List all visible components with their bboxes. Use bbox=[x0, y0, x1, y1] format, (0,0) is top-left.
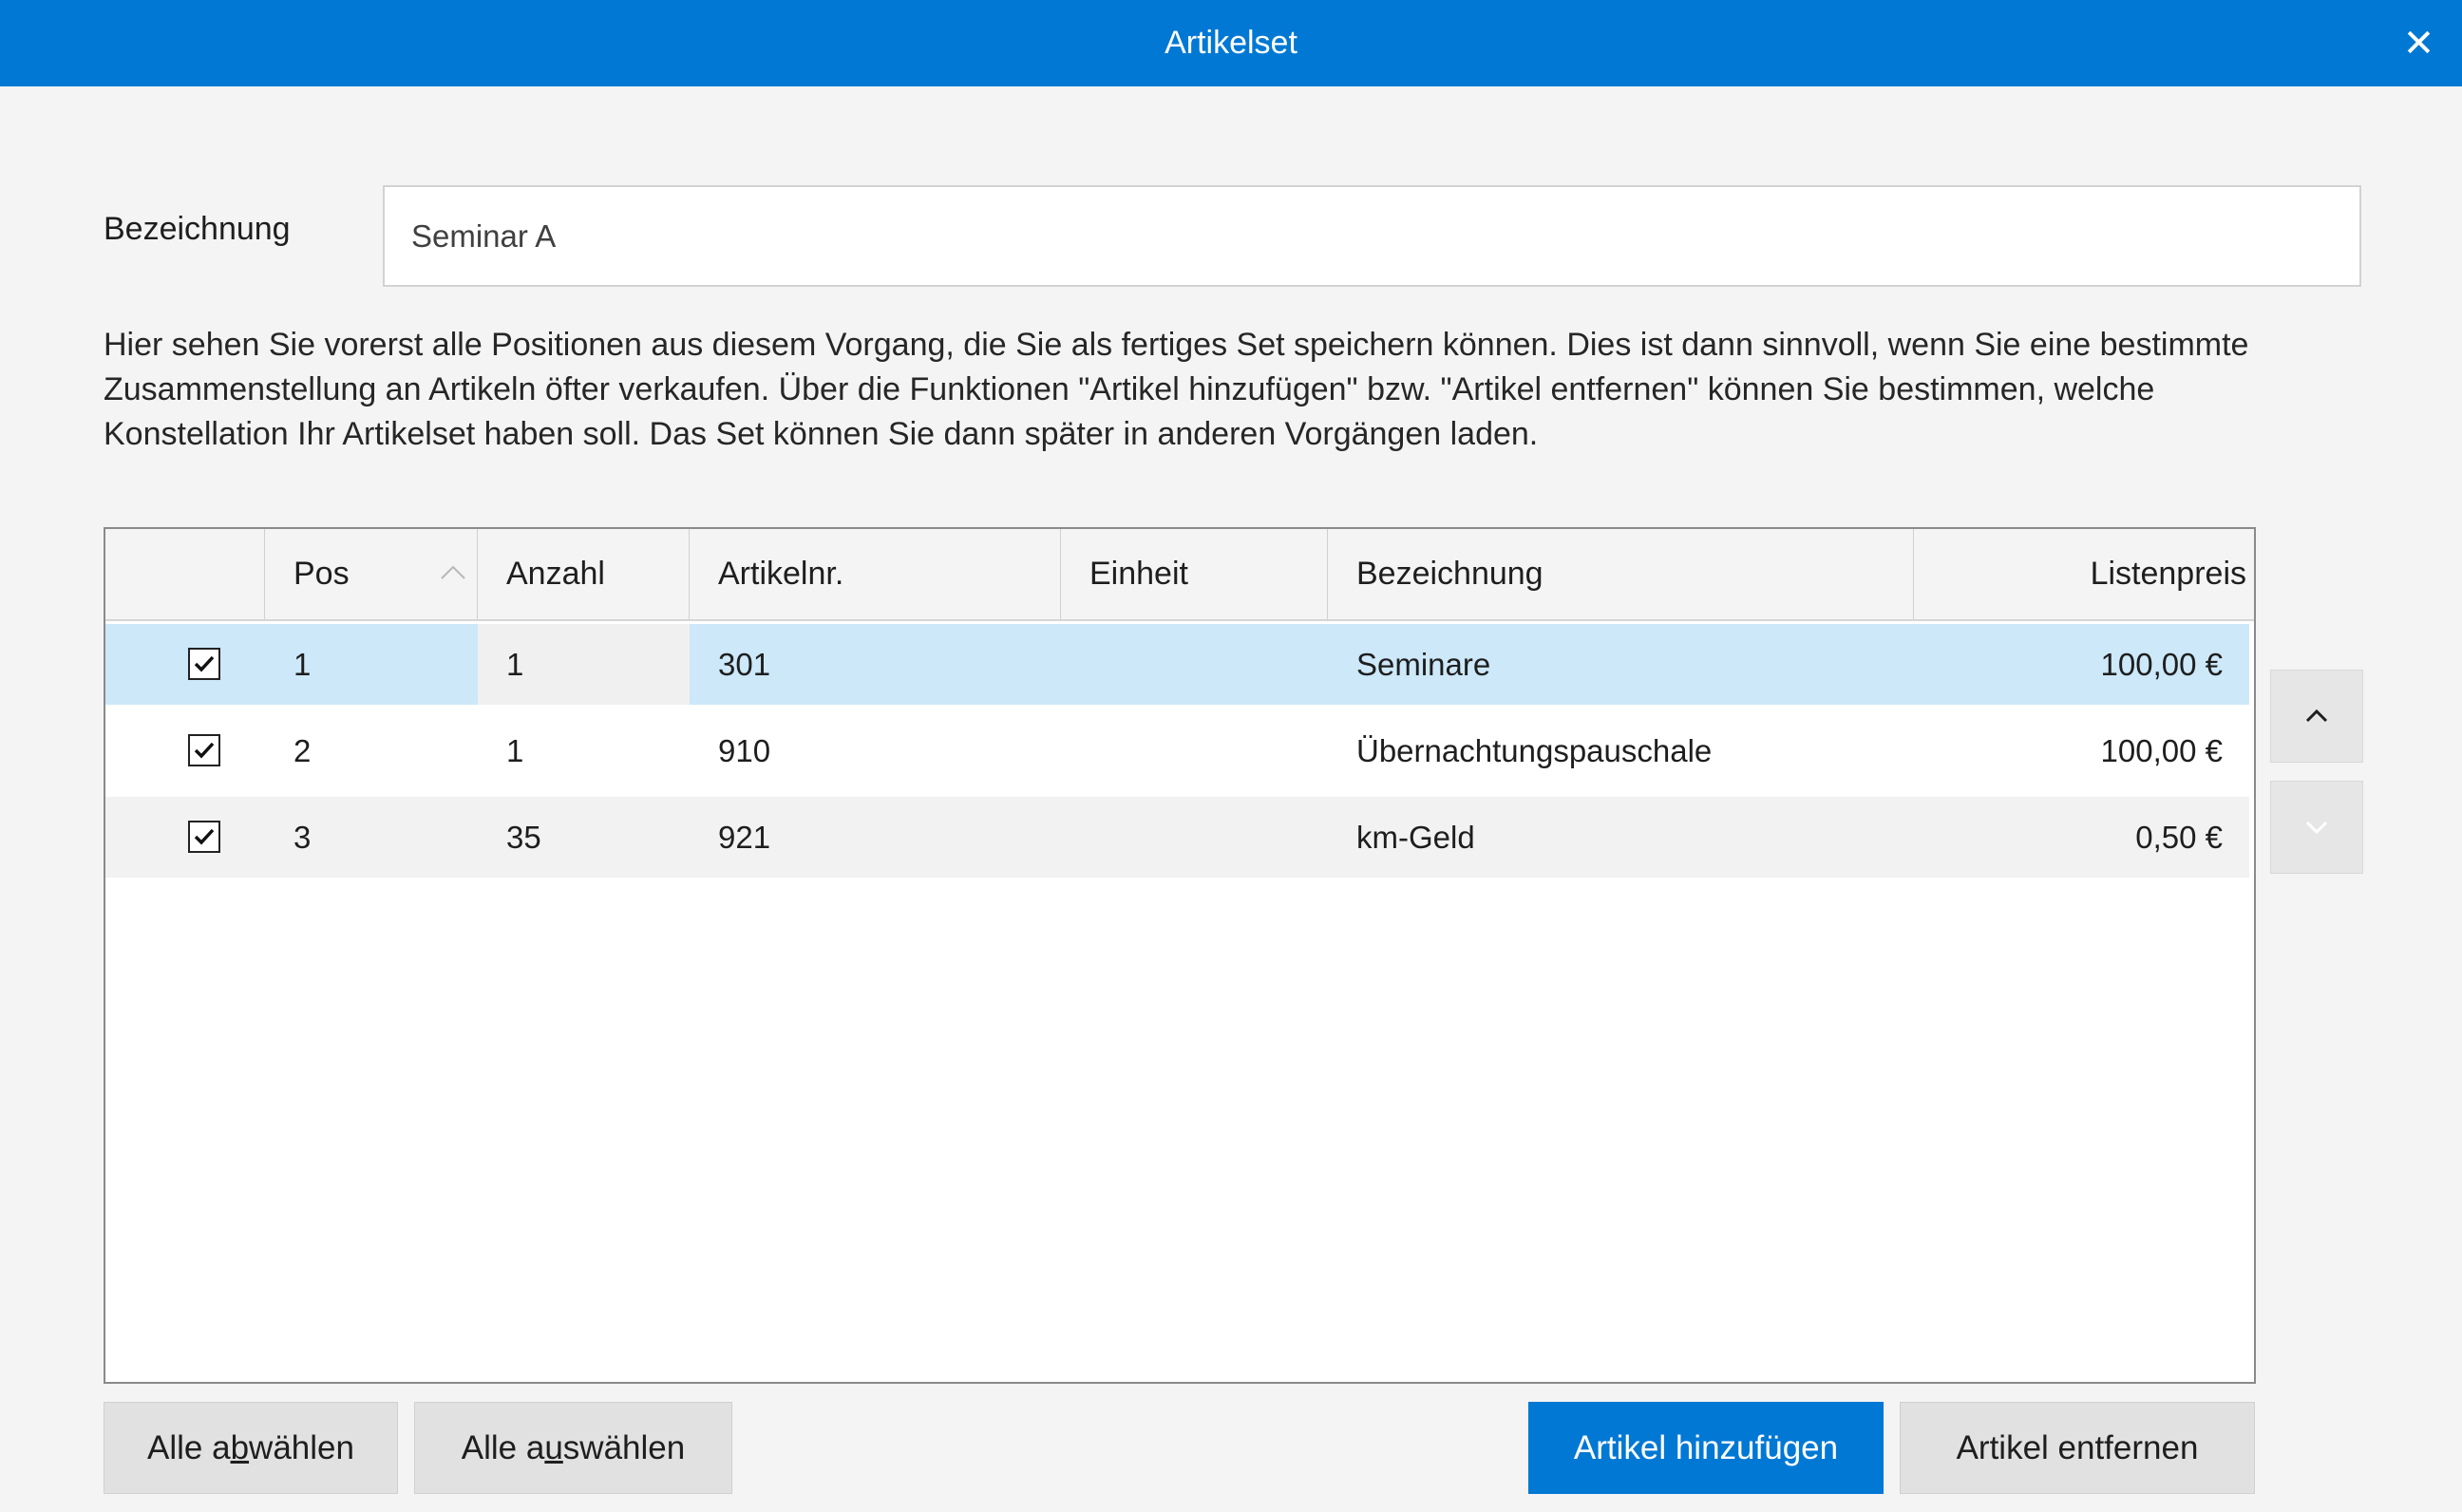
deselect-all-access-key: b bbox=[230, 1429, 250, 1466]
cell-artikelnr: 910 bbox=[718, 733, 771, 768]
cell-einheit bbox=[1061, 710, 1328, 791]
cell-artikelnr: 301 bbox=[718, 647, 771, 682]
cell-anzahl: 35 bbox=[506, 820, 541, 855]
table-row[interactable]: 1 1 301 Seminare 100,00 € bbox=[105, 624, 2249, 705]
name-label: Bezeichnung bbox=[104, 211, 291, 247]
cell-artikelnr: 921 bbox=[718, 820, 771, 855]
window-title: Artikelset bbox=[1165, 25, 1297, 61]
close-icon: ✕ bbox=[2402, 22, 2435, 65]
select-all-label-part: swählen bbox=[562, 1429, 686, 1466]
header-check-column[interactable] bbox=[105, 529, 265, 619]
select-all-label-part: Alle a bbox=[461, 1429, 545, 1466]
row-checkbox[interactable] bbox=[188, 734, 220, 766]
cell-anzahl[interactable]: 1 bbox=[478, 624, 690, 705]
checkmark-icon bbox=[194, 655, 215, 672]
header-artikelnr[interactable]: Artikelnr. bbox=[690, 529, 1061, 619]
checkmark-icon bbox=[194, 828, 215, 845]
description-text: Hier sehen Sie vorerst alle Positionen a… bbox=[104, 327, 2249, 452]
row-check-cell bbox=[105, 797, 265, 878]
sort-ascending-icon bbox=[441, 565, 465, 579]
header-pos[interactable]: Pos bbox=[265, 529, 478, 619]
grid-header: Pos Anzahl Artikelnr. Einheit Bezeichnun… bbox=[105, 529, 2254, 621]
add-article-button[interactable]: Artikel hinzufügen bbox=[1528, 1402, 1884, 1494]
move-up-button[interactable] bbox=[2270, 670, 2363, 763]
cell-listenpreis: 100,00 € bbox=[2100, 647, 2223, 682]
header-bezeichnung[interactable]: Bezeichnung bbox=[1328, 529, 1914, 619]
header-einheit[interactable]: Einheit bbox=[1061, 529, 1328, 619]
cell-pos: 1 bbox=[294, 647, 312, 682]
name-input[interactable] bbox=[383, 185, 2361, 287]
cell-listenpreis: 0,50 € bbox=[2135, 820, 2223, 855]
select-all-button[interactable]: Alle auswählen bbox=[414, 1402, 732, 1494]
chevron-up-icon bbox=[2305, 709, 2328, 723]
cell-bezeichnung: Seminare bbox=[1356, 647, 1491, 682]
cell-listenpreis: 100,00 € bbox=[2100, 733, 2223, 768]
header-pos-label: Pos bbox=[294, 556, 350, 592]
move-down-button[interactable] bbox=[2270, 781, 2363, 874]
title-bar: Artikelset ✕ bbox=[0, 0, 2462, 86]
cell-einheit bbox=[1061, 797, 1328, 878]
row-checkbox[interactable] bbox=[188, 648, 220, 680]
cell-pos: 3 bbox=[294, 820, 312, 855]
cell-bezeichnung: km-Geld bbox=[1356, 820, 1475, 855]
deselect-all-label-part: Alle a bbox=[147, 1429, 231, 1466]
article-grid: Pos Anzahl Artikelnr. Einheit Bezeichnun… bbox=[104, 527, 2256, 1384]
header-anzahl[interactable]: Anzahl bbox=[478, 529, 690, 619]
checkmark-icon bbox=[194, 742, 215, 759]
cell-anzahl: 1 bbox=[506, 733, 524, 768]
row-check-cell bbox=[105, 710, 265, 791]
deselect-all-button[interactable]: Alle abwählen bbox=[104, 1402, 398, 1494]
table-row[interactable]: 3 35 921 km-Geld 0,50 € bbox=[105, 797, 2249, 878]
close-button[interactable]: ✕ bbox=[2376, 0, 2462, 86]
cell-einheit bbox=[1061, 624, 1328, 705]
cell-bezeichnung: Übernachtungspauschale bbox=[1356, 733, 1713, 768]
row-checkbox[interactable] bbox=[188, 821, 220, 853]
cell-pos: 2 bbox=[294, 733, 312, 768]
table-row[interactable]: 2 1 910 Übernachtungspauschale 100,00 € bbox=[105, 710, 2249, 791]
select-all-access-key: u bbox=[544, 1429, 563, 1466]
remove-article-button[interactable]: Artikel entfernen bbox=[1900, 1402, 2255, 1494]
deselect-all-label-part: wählen bbox=[249, 1429, 354, 1466]
row-check-cell bbox=[105, 624, 265, 705]
chevron-down-icon bbox=[2305, 821, 2328, 835]
header-listenpreis[interactable]: Listenpreis bbox=[1914, 529, 2254, 619]
